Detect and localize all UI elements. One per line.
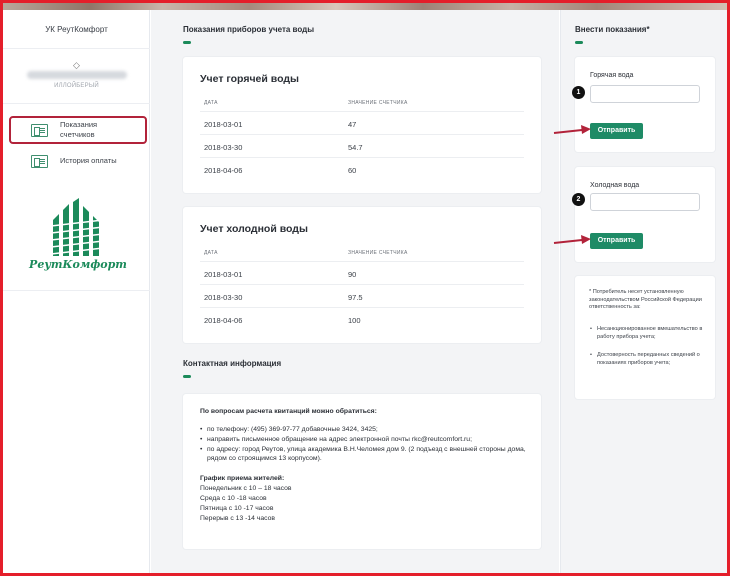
cold-water-card: Учет холодной воды ДАТА ЗНАЧЕНИЕ СЧЕТЧИК… (183, 207, 541, 343)
sidebar-item-label: История оплаты (60, 156, 117, 165)
column-header-value: ЗНАЧЕНИЕ СЧЕТЧИКА (348, 100, 408, 106)
note-item: Достоверность переданных сведений о пока… (590, 352, 707, 367)
meters-section-title: Показания приборов учета воды (183, 25, 315, 34)
main-content: Показания приборов учета воды Учет горяч… (151, 10, 559, 573)
hot-water-title: Учет горячей воды (200, 73, 299, 85)
sidebar-item-payment-history[interactable]: История оплаты (9, 147, 147, 175)
submit-panel-title: Внести показания* (575, 25, 650, 34)
row-date: 2018-03-30 (204, 143, 243, 152)
row-value: 47 (348, 120, 357, 129)
company-name: УК РеутКомфорт (45, 25, 108, 34)
table-row: 2018-03-01 90 (200, 261, 524, 284)
contact-item: направить письменное обращение на адрес … (200, 435, 527, 444)
hot-water-card: Учет горячей воды ДАТА ЗНАЧЕНИЕ СЧЕТЧИКА… (183, 57, 541, 193)
sidebar-divider (3, 48, 150, 49)
user-icon: ◇ (73, 60, 80, 70)
user-name-redacted (27, 71, 127, 79)
hot-water-label: Горячая вода (590, 72, 634, 79)
section-accent-bar (575, 41, 583, 44)
row-value: 60 (348, 166, 357, 175)
cold-water-input[interactable] (590, 193, 700, 211)
row-date: 2018-04-06 (204, 316, 243, 325)
schedule-line: Понедельник с 10 – 18 часов (200, 485, 292, 492)
table-row: 2018-03-30 54.7 (200, 134, 524, 157)
payment-history-icon (31, 154, 48, 168)
contacts-card: По вопросам расчета квитанций можно обра… (183, 394, 541, 549)
step-badge-1: 1 (572, 86, 585, 99)
schedule-line: Пятница с 10 -17 часов (200, 505, 274, 512)
contacts-intro: По вопросам расчета квитанций можно обра… (200, 408, 377, 415)
contact-item: по телефону: (495) 369-97-77 добавочные … (200, 425, 527, 434)
user-role: ИЛЛОЙБЕРЫЙ (54, 83, 99, 89)
schedule-title: График приема жителей: (200, 475, 285, 482)
hot-water-input[interactable] (590, 85, 700, 103)
column-header-value: ЗНАЧЕНИЕ СЧЕТЧИКА (348, 250, 408, 256)
table-row: 2018-03-01 47 (200, 111, 524, 134)
schedule-line: Среда с 10 -18 часов (200, 495, 267, 502)
row-date: 2018-04-06 (204, 166, 243, 175)
row-value: 97.5 (348, 293, 363, 302)
contacts-section-title: Контактная информация (183, 359, 282, 368)
row-date: 2018-03-01 (204, 270, 243, 279)
company-logo: РеутКомфорт (23, 198, 133, 278)
sidebar-item-label: Показания счетчиков (60, 120, 98, 139)
schedule-line: Перерыв с 13 -14 часов (200, 515, 276, 522)
building-logo-icon (50, 198, 104, 256)
table-row: 2018-04-06 60 (200, 157, 524, 180)
column-header-date: ДАТА (204, 250, 218, 256)
row-value: 90 (348, 270, 357, 279)
sidebar: УК РеутКомфорт ◇ ИЛЛОЙБЕРЫЙ Показания сч… (3, 10, 150, 573)
contact-item: по адресу: город Реутов, улица академика… (200, 445, 527, 463)
send-hot-button[interactable]: Отправить (590, 123, 643, 139)
note-text: * Потребитель несет установленную законо… (589, 289, 702, 311)
meter-readings-icon (31, 123, 48, 137)
sidebar-divider (3, 290, 150, 291)
section-accent-bar (183, 41, 191, 44)
annotation-arrow-icon (553, 235, 591, 244)
annotation-arrow-icon (553, 125, 591, 134)
sidebar-divider (3, 103, 150, 104)
column-header-date: ДАТА (204, 100, 218, 106)
logo-text: РеутКомфорт (29, 258, 127, 271)
cold-water-title: Учет холодной воды (200, 223, 308, 235)
cold-water-label: Холодная вода (590, 182, 640, 189)
step-badge-2: 2 (572, 193, 585, 206)
row-date: 2018-03-01 (204, 120, 243, 129)
section-accent-bar (183, 375, 191, 378)
responsibility-note: * Потребитель несет установленную законо… (575, 276, 715, 399)
send-cold-button[interactable]: Отправить (590, 233, 643, 249)
note-item: Несанкционированное вмешательство в рабо… (590, 326, 707, 341)
submit-readings-panel: Внести показания* Горячая вода Отправить… (560, 10, 727, 573)
row-value: 100 (348, 316, 361, 325)
sidebar-item-meter-readings[interactable]: Показания счетчиков (9, 116, 147, 144)
hot-water-form: Горячая вода Отправить (575, 57, 715, 152)
row-value: 54.7 (348, 143, 363, 152)
table-row: 2018-03-30 97.5 (200, 284, 524, 307)
row-date: 2018-03-30 (204, 293, 243, 302)
table-row: 2018-04-06 100 (200, 307, 524, 330)
cold-water-form: Холодная вода Отправить (575, 167, 715, 262)
header-photo-strip (3, 3, 727, 10)
